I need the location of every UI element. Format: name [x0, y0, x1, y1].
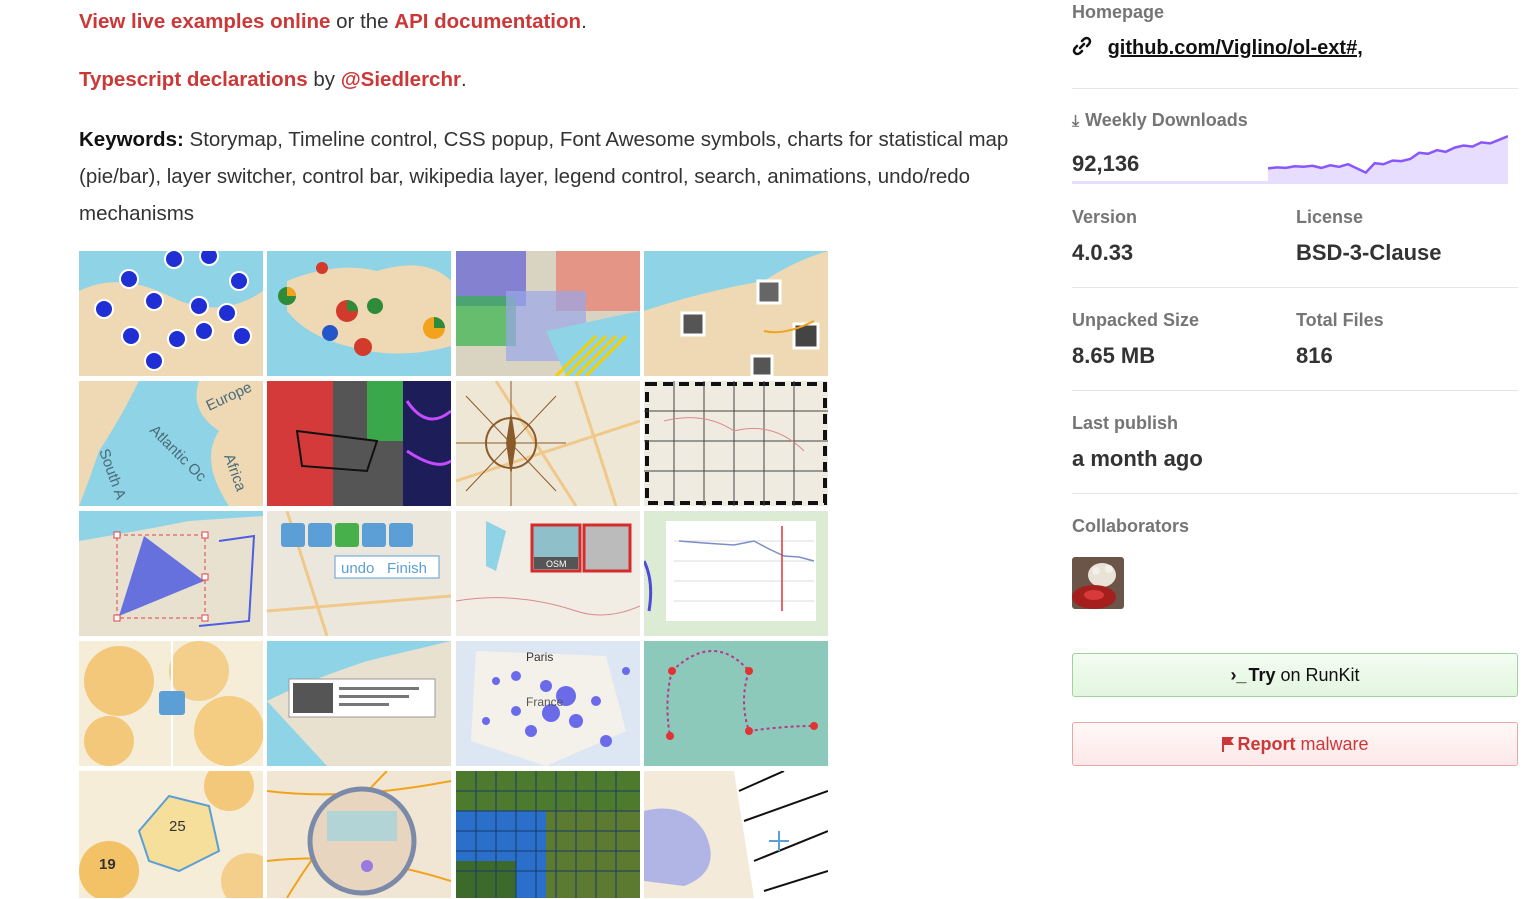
tile-grid-map: [456, 771, 640, 898]
downloads-sparkline: [1268, 135, 1508, 184]
sparkline-baseline: [1072, 181, 1268, 184]
tile-split-map: [644, 771, 828, 898]
tile-pie-charts-map: [267, 251, 451, 376]
homepage-url[interactable]: github.com/Viglino/ol-ext#,: [1108, 37, 1363, 59]
tile-patterns-map: [456, 251, 640, 376]
homepage-label: Homepage: [1072, 2, 1165, 22]
typescript-line: Typescript declarations by @Siedlerchr.: [79, 68, 467, 92]
typescript-link[interactable]: Typescript declarations: [79, 68, 308, 91]
tile-text-finish: Finish: [387, 560, 427, 577]
weekly-downloads-label: Weekly Downloads: [1085, 110, 1248, 130]
tile-swipe-map: [267, 381, 451, 506]
flag-icon: [1221, 734, 1235, 755]
period: .: [581, 10, 587, 33]
divider: [1072, 287, 1518, 288]
report-button-label: malware: [1300, 733, 1369, 754]
divider: [1072, 390, 1518, 391]
tile-layer-switcher-map: OSM: [456, 511, 640, 636]
weekly-downloads-label-row: ⤓ Weekly Downloads: [1072, 110, 1248, 131]
tile-graticule-map: [644, 381, 828, 506]
tile-photos-map: [644, 251, 828, 376]
tile-text-cluster-25: 25: [169, 818, 186, 835]
tile-text-paris: Paris: [526, 650, 553, 664]
report-malware-button[interactable]: Report malware: [1072, 722, 1518, 766]
collaborators-label: Collaborators: [1072, 516, 1190, 536]
tile-text-undo: undo: [341, 560, 374, 577]
link-icon: [1072, 36, 1098, 59]
tile-text-cluster-19: 19: [99, 856, 116, 873]
tile-control-bar-map: undo Finish: [267, 511, 451, 636]
or-the-text: or the: [336, 10, 389, 33]
tile-text-france: France: [526, 695, 564, 709]
keywords-text: Storymap, Timeline control, CSS popup, F…: [79, 128, 1009, 225]
live-examples-link[interactable]: View live examples online: [79, 10, 330, 33]
weekly-downloads-value: 92,136: [1072, 151, 1140, 176]
keywords-label: Keywords:: [79, 128, 184, 151]
tile-profile-map: [644, 511, 828, 636]
tile-popup-map: [267, 641, 451, 766]
by-text: by: [313, 68, 335, 91]
last-publish-value: a month ago: [1072, 446, 1203, 471]
report-button-bold: Report: [1237, 733, 1296, 754]
homepage-link-row[interactable]: github.com/Viglino/ol-ext#,: [1072, 36, 1363, 60]
total-files-label: Total Files: [1296, 310, 1384, 330]
period: .: [460, 68, 467, 91]
tile-compass-map: [456, 381, 640, 506]
tile-hexbin-map: Paris France: [456, 641, 640, 766]
examples-image-grid: Europe Atlantic Oc Africa South A undo F…: [79, 251, 828, 898]
tile-atlantic-map: Europe Atlantic Oc Africa South A: [79, 381, 263, 506]
keywords-paragraph: Keywords: Storymap, Timeline control, CS…: [79, 121, 1009, 232]
total-files-value: 816: [1296, 343, 1333, 368]
examples-line: View live examples online or the API doc…: [79, 10, 587, 34]
license-value: BSD-3-Clause: [1296, 240, 1442, 265]
unpacked-size-value: 8.65 MB: [1072, 343, 1156, 368]
tile-cluster-map: 25 19: [79, 771, 263, 898]
download-icon: ⤓: [1072, 113, 1080, 130]
divider: [1072, 88, 1518, 89]
api-docs-link[interactable]: API documentation: [394, 10, 581, 33]
tile-text-osm: OSM: [546, 559, 567, 569]
unpacked-size-label: Unpacked Size: [1072, 310, 1200, 330]
runkit-button-label: on RunKit: [1280, 664, 1360, 685]
version-value: 4.0.33: [1072, 240, 1134, 265]
try-on-runkit-button[interactable]: ›_ Try on RunKit: [1072, 653, 1518, 697]
tile-magnify-map: [267, 771, 451, 898]
last-publish-label: Last publish: [1072, 413, 1179, 433]
tile-animation-map: [644, 641, 828, 766]
tile-markers-map: [79, 251, 263, 376]
version-label: Version: [1072, 207, 1138, 227]
collaborator-avatar[interactable]: [1072, 557, 1124, 609]
tile-transform-map: [79, 511, 263, 636]
runkit-button-bold: Try: [1248, 664, 1276, 685]
author-link[interactable]: @Siedlerchr: [341, 68, 461, 91]
terminal-icon: ›_: [1230, 664, 1247, 685]
tile-heat-map: [79, 641, 263, 766]
license-label: License: [1296, 207, 1364, 227]
sparkline-area: [1268, 136, 1508, 184]
divider: [1072, 493, 1518, 494]
